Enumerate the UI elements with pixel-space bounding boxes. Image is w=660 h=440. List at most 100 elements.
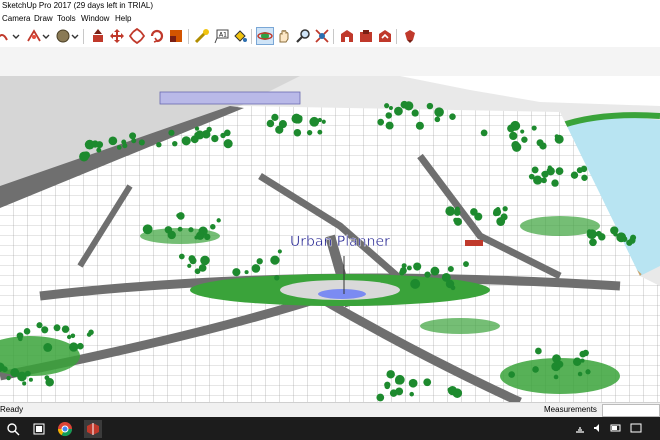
tree bbox=[181, 136, 191, 146]
tree bbox=[194, 126, 200, 131]
notification-icon[interactable] bbox=[630, 422, 642, 434]
tree bbox=[450, 285, 456, 291]
chevron-down-icon[interactable] bbox=[12, 28, 20, 44]
tree bbox=[521, 136, 528, 143]
tree bbox=[492, 210, 499, 217]
tree bbox=[509, 131, 518, 141]
tree bbox=[156, 141, 162, 148]
orbit-icon[interactable] bbox=[256, 27, 274, 45]
tree bbox=[23, 328, 31, 335]
tree bbox=[200, 255, 210, 266]
warehouse-icon[interactable] bbox=[339, 28, 355, 44]
tree bbox=[271, 113, 279, 121]
tree bbox=[384, 383, 390, 390]
chrome-icon[interactable] bbox=[56, 420, 74, 438]
tree bbox=[551, 179, 559, 187]
tree bbox=[454, 206, 460, 212]
menu-tools[interactable]: Tools bbox=[57, 14, 76, 23]
material-icon[interactable] bbox=[55, 28, 71, 44]
tree bbox=[388, 105, 393, 110]
tree bbox=[131, 138, 137, 144]
paint-bucket-icon[interactable] bbox=[232, 28, 248, 44]
tree bbox=[270, 255, 280, 265]
tree bbox=[188, 227, 194, 233]
tree bbox=[507, 124, 516, 133]
tree bbox=[142, 224, 153, 235]
tree bbox=[411, 109, 419, 117]
tree bbox=[385, 121, 394, 130]
tree bbox=[41, 326, 49, 334]
tree bbox=[423, 378, 432, 387]
tree bbox=[541, 171, 546, 177]
tree bbox=[91, 140, 99, 148]
tree bbox=[206, 126, 212, 133]
tape-measure-icon[interactable] bbox=[194, 28, 210, 44]
arc-icon[interactable] bbox=[0, 28, 10, 44]
tree bbox=[447, 265, 454, 273]
tree bbox=[394, 106, 403, 116]
search-icon[interactable] bbox=[4, 420, 22, 438]
pan-icon[interactable] bbox=[276, 28, 292, 44]
shapes-icon[interactable] bbox=[26, 28, 42, 44]
tree bbox=[70, 333, 76, 339]
tree bbox=[430, 266, 440, 276]
tree bbox=[232, 268, 241, 277]
ruby-icon[interactable] bbox=[402, 28, 418, 44]
task-view-icon[interactable] bbox=[30, 420, 48, 438]
scale-icon[interactable] bbox=[168, 28, 184, 44]
tree bbox=[531, 125, 537, 131]
tree bbox=[176, 213, 182, 218]
tree bbox=[53, 324, 61, 332]
sketchup-icon[interactable] bbox=[84, 420, 102, 438]
zoom-icon[interactable] bbox=[295, 28, 311, 44]
tree bbox=[167, 230, 176, 240]
tree bbox=[88, 329, 94, 336]
rotate-icon[interactable] bbox=[129, 28, 145, 44]
text-icon[interactable]: A1 bbox=[214, 28, 230, 44]
volume-icon[interactable] bbox=[592, 422, 604, 434]
measurements-input[interactable] bbox=[602, 404, 660, 417]
tree bbox=[424, 271, 431, 278]
tree bbox=[194, 132, 200, 138]
push-pull-icon[interactable] bbox=[90, 28, 106, 44]
tree bbox=[511, 141, 520, 150]
tree bbox=[580, 358, 585, 363]
zoom-extents-icon[interactable] bbox=[314, 28, 330, 44]
tree bbox=[309, 116, 320, 127]
tree bbox=[177, 226, 183, 232]
tree bbox=[401, 263, 407, 269]
tree bbox=[189, 257, 197, 265]
tree bbox=[394, 374, 405, 385]
tree bbox=[44, 375, 50, 381]
tree bbox=[377, 118, 385, 126]
tree bbox=[172, 140, 178, 147]
menu-draw[interactable]: Draw bbox=[34, 14, 53, 23]
menu-bar: Camera Draw Tools Window Help bbox=[0, 12, 660, 25]
extension-warehouse-icon[interactable] bbox=[358, 28, 374, 44]
chevron-down-icon[interactable] bbox=[71, 28, 79, 44]
tree bbox=[223, 139, 233, 149]
network-icon[interactable] bbox=[574, 422, 586, 434]
menu-camera[interactable]: Camera bbox=[2, 14, 30, 23]
tree bbox=[244, 270, 249, 275]
tree bbox=[1, 366, 8, 373]
tree bbox=[535, 347, 542, 355]
tree bbox=[108, 136, 118, 146]
menu-window[interactable]: Window bbox=[81, 14, 109, 23]
tree bbox=[275, 125, 284, 134]
tree bbox=[546, 166, 555, 176]
tree bbox=[585, 369, 591, 375]
model-viewport[interactable]: Urban Planner bbox=[0, 76, 660, 402]
tree bbox=[553, 374, 559, 380]
move-icon[interactable] bbox=[109, 28, 125, 44]
tree bbox=[210, 224, 216, 230]
share-model-icon[interactable] bbox=[377, 28, 393, 44]
tree bbox=[385, 112, 392, 119]
tree bbox=[531, 166, 539, 174]
tree bbox=[613, 232, 618, 237]
offset-icon[interactable] bbox=[149, 28, 165, 44]
chevron-down-icon[interactable] bbox=[42, 28, 50, 44]
battery-icon[interactable] bbox=[610, 422, 622, 434]
menu-help[interactable]: Help bbox=[115, 14, 131, 23]
tree bbox=[598, 233, 606, 241]
